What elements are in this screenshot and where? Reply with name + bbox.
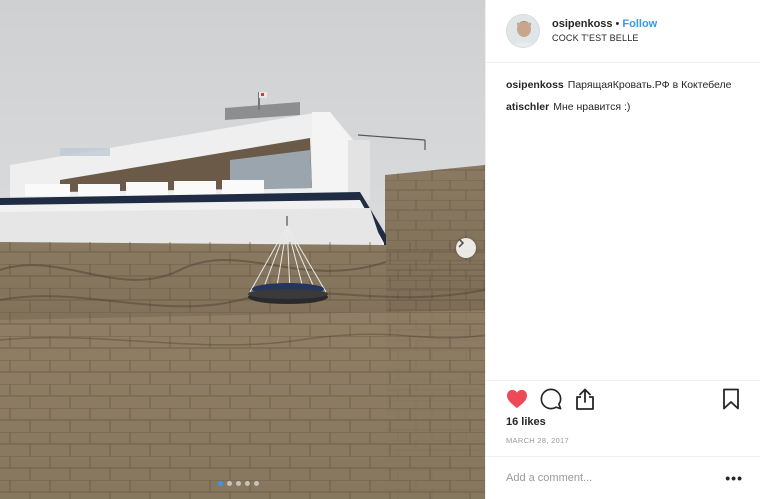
add-comment-bar: ••• — [486, 456, 760, 499]
next-slide-button[interactable] — [456, 238, 476, 258]
likes-count[interactable]: 16 likes — [506, 416, 546, 428]
chevron-right-icon — [458, 238, 465, 248]
separator-dot: • — [615, 18, 620, 30]
post-username[interactable]: osipenkoss — [552, 18, 613, 30]
comment-text: ПарящаяКровать.РФ в Коктебеле — [567, 79, 732, 91]
carousel-dot — [245, 481, 250, 486]
comment-username[interactable]: atischler — [506, 101, 549, 113]
comment-text: Мне нравится :) — [553, 101, 631, 113]
comment-bubble-icon — [540, 388, 562, 409]
avatar[interactable] — [506, 14, 540, 48]
save-button[interactable] — [719, 387, 743, 411]
comment-username[interactable]: osipenkoss — [506, 79, 564, 91]
carousel-dot — [227, 481, 232, 486]
carousel-dot — [236, 481, 241, 486]
share-icon — [576, 388, 594, 410]
post-header: osipenkoss • Follow COCK T'EST BELLE — [486, 0, 760, 63]
comment-button[interactable] — [539, 387, 563, 411]
carousel-dot — [218, 481, 223, 486]
more-options-icon[interactable]: ••• — [725, 470, 743, 486]
comment-input[interactable] — [506, 472, 726, 484]
follow-button[interactable]: Follow — [622, 18, 657, 30]
post-date: MARCH 28, 2017 — [506, 436, 569, 445]
post-photo[interactable] — [0, 0, 485, 499]
share-button[interactable] — [573, 387, 597, 411]
heart-icon — [507, 389, 527, 408]
photo-image — [0, 0, 485, 499]
comments-list: osipenkoss ПарящаяКровать.РФ в Коктебеле … — [486, 63, 760, 115]
post-actions — [486, 380, 760, 416]
post-location[interactable]: COCK T'EST BELLE — [552, 31, 657, 45]
post-details-panel: osipenkoss • Follow COCK T'EST BELLE osipe… — [485, 0, 760, 499]
like-button[interactable] — [505, 387, 529, 411]
carousel-dot — [254, 481, 259, 486]
list-item: atischler Мне нравится :) — [506, 99, 742, 115]
user-photo-icon — [507, 15, 539, 47]
carousel-indicator — [218, 481, 259, 486]
bookmark-icon — [723, 388, 739, 409]
list-item: osipenkoss ПарящаяКровать.РФ в Коктебеле — [506, 77, 742, 93]
